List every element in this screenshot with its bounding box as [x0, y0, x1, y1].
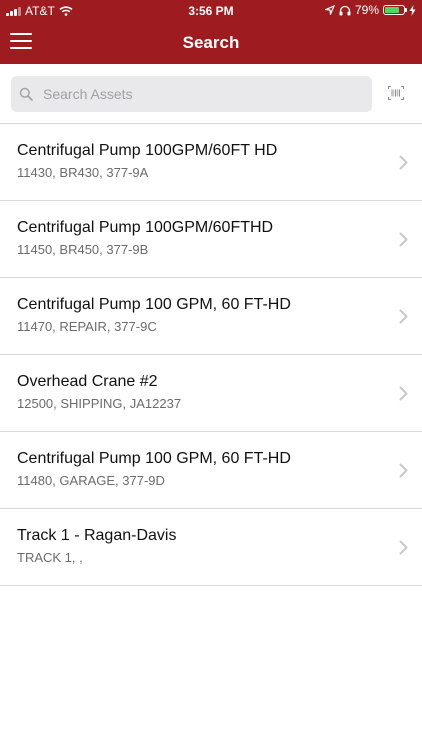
headphones-icon	[339, 5, 351, 15]
asset-title: Overhead Crane #2	[17, 373, 158, 390]
chevron-right-icon	[399, 309, 408, 324]
search-input[interactable]	[41, 85, 365, 103]
asset-title: Track 1 - Ragan-Davis	[17, 527, 177, 544]
search-box[interactable]	[11, 76, 372, 112]
app-screen: AT&T 3:56 PM 79% Search Search Assets Ce…	[0, 0, 422, 750]
asset-list-item[interactable]: Track 1 - Ragan-Davis TRACK 1, ,	[0, 509, 422, 586]
header: AT&T 3:56 PM 79% Search	[0, 0, 422, 64]
search-area	[0, 64, 422, 124]
asset-subtitle: 11480, GARAGE, 377-9D	[17, 473, 165, 488]
asset-subtitle: 11450, BR450, 377-9B	[17, 242, 149, 257]
asset-title: Centrifugal Pump 100GPM/60FTHD	[17, 219, 274, 236]
status-bar: AT&T 3:56 PM 79%	[0, 0, 422, 22]
asset-subtitle: 11470, REPAIR, 377-9C	[17, 319, 157, 334]
chevron-right-icon	[399, 155, 408, 170]
battery-percent: 79%	[354, 3, 379, 17]
barcode-scan-icon[interactable]	[388, 86, 404, 100]
asset-subtitle: 12500, SHIPPING, JA12237	[17, 396, 182, 411]
nav-bar: Search	[0, 22, 422, 64]
chevron-right-icon	[399, 463, 408, 478]
chevron-right-icon	[399, 232, 408, 247]
asset-subtitle: TRACK 1, ,	[17, 550, 83, 565]
asset-title: Centrifugal Pump 100 GPM, 60 FT-HD	[17, 296, 291, 313]
battery-fill	[385, 7, 400, 13]
asset-list-item[interactable]: Centrifugal Pump 100 GPM, 60 FT-HD 11480…	[0, 432, 422, 509]
location-icon	[324, 5, 335, 15]
asset-title: Centrifugal Pump 100 GPM, 60 FT-HD	[17, 450, 291, 467]
page-title: Search	[182, 33, 240, 52]
asset-list: Centrifugal Pump 100GPM/60FT HD 11430, B…	[0, 124, 422, 586]
chevron-right-icon	[399, 540, 408, 555]
search-icon	[19, 87, 33, 101]
asset-subtitle: 11430, BR430, 377-9A	[17, 165, 149, 180]
asset-list-item[interactable]: Centrifugal Pump 100GPM/60FTHD 11450, BR…	[0, 201, 422, 278]
status-right: 79%	[324, 3, 416, 17]
asset-title: Centrifugal Pump 100GPM/60FT HD	[17, 142, 278, 159]
battery-icon	[383, 5, 407, 15]
chevron-right-icon	[399, 386, 408, 401]
asset-list-item[interactable]: Centrifugal Pump 100 GPM, 60 FT-HD 11470…	[0, 278, 422, 355]
asset-list-item[interactable]: Overhead Crane #2 12500, SHIPPING, JA122…	[0, 355, 422, 432]
asset-list-item[interactable]: Centrifugal Pump 100GPM/60FT HD 11430, B…	[0, 124, 422, 201]
charging-icon	[409, 4, 416, 16]
